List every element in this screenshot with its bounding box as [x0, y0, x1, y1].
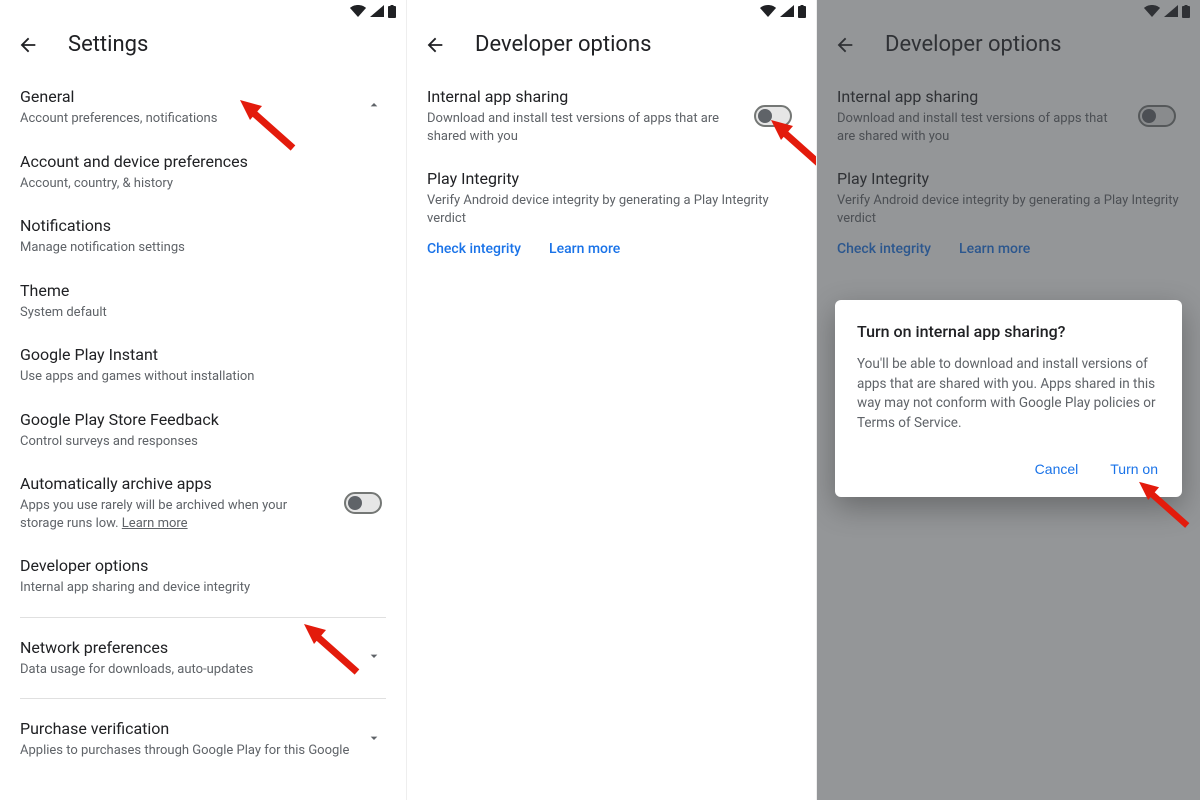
chevron-up-icon — [366, 97, 382, 117]
row-internal-app-sharing[interactable]: Internal app sharing Download and instal… — [407, 75, 816, 157]
learn-more-link[interactable]: Learn more — [549, 241, 620, 257]
page-title: Developer options — [475, 32, 651, 57]
row-title: Google Play Store Feedback — [20, 410, 386, 429]
back-button[interactable] — [423, 33, 447, 57]
row-title: Automatically archive apps — [20, 474, 326, 493]
row-general[interactable]: General Account preferences, notificatio… — [0, 75, 406, 140]
status-bar — [0, 0, 406, 18]
row-title: Notifications — [20, 216, 386, 235]
row-google-play-instant[interactable]: Google Play Instant Use apps and games w… — [0, 333, 406, 398]
dialog-actions: Cancel Turn on — [857, 455, 1160, 483]
dialog-title: Turn on internal app sharing? — [857, 322, 1160, 341]
internal-app-sharing-toggle[interactable] — [754, 105, 792, 127]
row-title: General — [20, 87, 386, 106]
wifi-icon — [350, 5, 366, 17]
phone-settings: Settings General Account preferences, no… — [0, 0, 406, 800]
settings-list: General Account preferences, notificatio… — [0, 75, 406, 772]
row-title: Google Play Instant — [20, 345, 386, 364]
row-title: Network preferences — [20, 638, 386, 657]
integrity-links: Check integrity Learn more — [407, 231, 816, 271]
status-bar — [407, 0, 816, 18]
learn-more-link[interactable]: Learn more — [122, 516, 188, 531]
arrow-back-icon — [17, 34, 39, 56]
phone-developer-options-dialog: Developer options Internal app sharing D… — [816, 0, 1200, 800]
auto-archive-toggle[interactable] — [344, 492, 382, 514]
row-play-store-feedback[interactable]: Google Play Store Feedback Control surve… — [0, 398, 406, 463]
dialog-body: You'll be able to download and install v… — [857, 355, 1160, 433]
row-title: Internal app sharing — [427, 87, 736, 106]
row-subtitle: Account, country, & history — [20, 175, 386, 193]
row-subtitle: System default — [20, 304, 386, 322]
row-title: Play Integrity — [427, 169, 796, 188]
row-subtitle: Use apps and games without installation — [20, 368, 386, 386]
divider — [20, 698, 386, 699]
turn-on-button[interactable]: Turn on — [1108, 455, 1160, 483]
page-title: Settings — [68, 32, 148, 57]
row-title: Theme — [20, 281, 386, 300]
row-subtitle: Internal app sharing and device integrit… — [20, 579, 386, 597]
back-button[interactable] — [16, 33, 40, 57]
row-subtitle: Account preferences, notifications — [20, 110, 386, 128]
chevron-down-icon — [366, 730, 382, 750]
app-header: Developer options — [407, 18, 816, 75]
row-developer-options[interactable]: Developer options Internal app sharing a… — [0, 544, 406, 609]
row-network-preferences[interactable]: Network preferences Data usage for downl… — [0, 626, 406, 691]
wifi-icon — [760, 5, 776, 17]
row-title: Account and device preferences — [20, 152, 386, 171]
row-notifications[interactable]: Notifications Manage notification settin… — [0, 204, 406, 269]
cancel-button[interactable]: Cancel — [1033, 455, 1081, 483]
check-integrity-link[interactable]: Check integrity — [427, 241, 521, 257]
confirm-dialog: Turn on internal app sharing? You'll be … — [835, 300, 1182, 497]
row-auto-archive-apps[interactable]: Automatically archive apps Apps you use … — [0, 462, 406, 544]
signal-icon — [370, 5, 384, 17]
row-title: Purchase verification — [20, 719, 386, 738]
arrow-back-icon — [424, 34, 446, 56]
row-subtitle: Verify Android device integrity by gener… — [427, 192, 796, 227]
battery-icon — [798, 5, 806, 18]
phone-developer-options: Developer options Internal app sharing D… — [406, 0, 816, 800]
row-subtitle: Applies to purchases through Google Play… — [20, 742, 386, 760]
chevron-down-icon — [366, 648, 382, 668]
row-play-integrity: Play Integrity Verify Android device int… — [407, 157, 816, 231]
signal-icon — [780, 5, 794, 17]
toggle-knob — [758, 109, 772, 123]
battery-icon — [388, 5, 396, 18]
divider — [20, 617, 386, 618]
toggle-knob — [348, 496, 362, 510]
row-subtitle: Manage notification settings — [20, 239, 386, 257]
row-account-device-preferences[interactable]: Account and device preferences Account, … — [0, 140, 406, 205]
row-subtitle: Data usage for downloads, auto-updates — [20, 661, 386, 679]
row-subtitle: Download and install test versions of ap… — [427, 110, 736, 145]
app-header: Settings — [0, 18, 406, 75]
row-purchase-verification[interactable]: Purchase verification Applies to purchas… — [0, 707, 406, 772]
row-subtitle: Control surveys and responses — [20, 433, 386, 451]
row-title: Developer options — [20, 556, 386, 575]
row-theme[interactable]: Theme System default — [0, 269, 406, 334]
row-subtitle: Apps you use rarely will be archived whe… — [20, 497, 326, 532]
